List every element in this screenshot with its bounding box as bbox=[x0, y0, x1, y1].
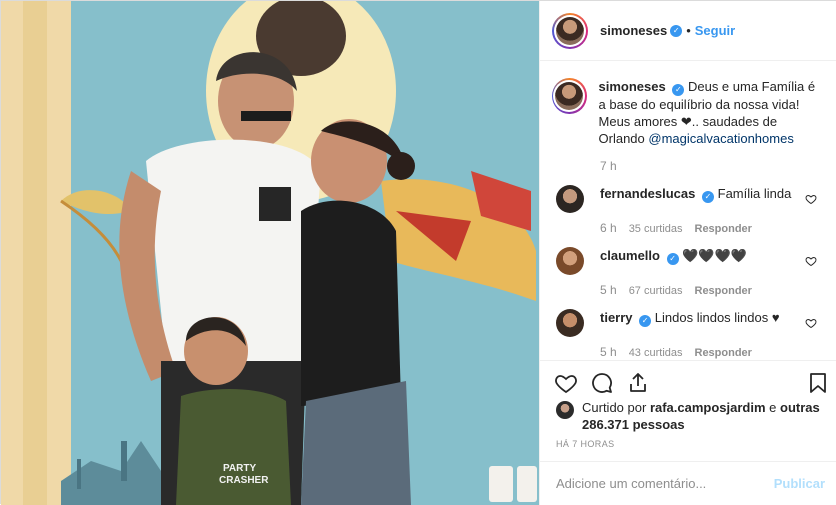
comment-text: Lindos lindos lindos ♥ bbox=[654, 310, 780, 325]
comment-body: tierry ✓ Lindos lindos lindos ♥ 5 h 43 c… bbox=[600, 309, 800, 359]
comment-likes[interactable]: 67 curtidas bbox=[629, 285, 683, 297]
share-icon[interactable] bbox=[626, 371, 650, 395]
comment-username[interactable]: tierry bbox=[600, 310, 633, 325]
commenter-avatar[interactable] bbox=[556, 247, 584, 275]
likes-text: Curtido por rafa.camposjardim e outras 2… bbox=[582, 399, 826, 433]
like-comment-heart-icon[interactable] bbox=[805, 193, 817, 205]
likes-conj: e bbox=[769, 400, 777, 415]
add-comment-bar: Publicar bbox=[540, 461, 836, 505]
post-photo[interactable]: PARTY CRASHER bbox=[1, 1, 539, 505]
instagram-post: PARTY CRASHER simoneses ✓ • Seguir simon… bbox=[0, 0, 836, 505]
comment-line: fernandeslucas ✓ Família linda bbox=[600, 185, 800, 203]
comment-likes[interactable]: 35 curtidas bbox=[629, 223, 683, 235]
comment-item: fernandeslucas ✓ Família linda 6 h 35 cu… bbox=[552, 185, 821, 235]
post-header: simoneses ✓ • Seguir bbox=[540, 1, 836, 61]
posted-time[interactable]: HÁ 7 HORAS bbox=[556, 439, 615, 449]
comment-meta: 5 h 43 curtidas Responder bbox=[600, 345, 800, 359]
reply-button[interactable]: Responder bbox=[695, 347, 752, 359]
like-comment-heart-icon[interactable] bbox=[805, 317, 817, 329]
comment-meta: 5 h 67 curtidas Responder bbox=[600, 283, 800, 297]
verified-badge-icon: ✓ bbox=[702, 191, 714, 203]
like-comment-heart-icon[interactable] bbox=[805, 255, 817, 267]
comment-likes[interactable]: 43 curtidas bbox=[629, 347, 683, 359]
caption: simoneses ✓ Deus e uma Família é a base … bbox=[552, 78, 821, 147]
reply-button[interactable]: Responder bbox=[695, 285, 752, 297]
comment-body: claumello ✓ 🖤🖤🖤🖤 5 h 67 curtidas Respond… bbox=[600, 247, 800, 297]
comment-text: 🖤🖤🖤🖤 bbox=[682, 248, 747, 263]
caption-time[interactable]: 7 h bbox=[600, 159, 821, 173]
comment-item: tierry ✓ Lindos lindos lindos ♥ 5 h 43 c… bbox=[552, 309, 821, 359]
verified-badge-icon: ✓ bbox=[672, 84, 685, 96]
comment-body: fernandeslucas ✓ Família linda 6 h 35 cu… bbox=[600, 185, 800, 235]
separator-dot: • bbox=[686, 23, 691, 38]
comment-time[interactable]: 5 h bbox=[600, 345, 617, 359]
liker-avatar[interactable] bbox=[556, 401, 574, 419]
likes-summary: Curtido por rafa.camposjardim e outras 2… bbox=[556, 399, 826, 433]
comment-username[interactable]: fernandeslucas bbox=[600, 186, 695, 201]
comment-line: claumello ✓ 🖤🖤🖤🖤 bbox=[600, 247, 800, 265]
verified-badge-icon: ✓ bbox=[666, 253, 679, 265]
comments-list[interactable]: simoneses ✓ Deus e uma Família é a base … bbox=[540, 62, 836, 360]
likes-prefix: Curtido por bbox=[582, 400, 647, 415]
caption-username[interactable]: simoneses bbox=[599, 79, 666, 94]
verified-badge-icon: ✓ bbox=[670, 24, 683, 37]
author-username[interactable]: simoneses bbox=[600, 23, 667, 38]
comment-username[interactable]: claumello bbox=[600, 248, 660, 263]
follow-button[interactable]: Seguir bbox=[695, 23, 735, 38]
like-heart-icon[interactable] bbox=[554, 371, 578, 395]
comment-input[interactable] bbox=[556, 476, 774, 491]
comment-bubble-icon[interactable] bbox=[590, 371, 614, 395]
avatar-image bbox=[555, 82, 584, 110]
post-side-panel: simoneses ✓ • Seguir simoneses ✓ Deus e … bbox=[539, 1, 836, 505]
author-avatar[interactable] bbox=[552, 12, 588, 49]
commenter-avatar[interactable] bbox=[556, 185, 584, 213]
caption-mention-link[interactable]: @magicalvacationhomes bbox=[648, 131, 793, 146]
caption-text-block: simoneses ✓ Deus e uma Família é a base … bbox=[599, 78, 821, 147]
verified-badge-icon: ✓ bbox=[639, 315, 652, 327]
commenter-avatar[interactable] bbox=[556, 309, 584, 337]
publish-button[interactable]: Publicar bbox=[774, 476, 825, 491]
comment-time[interactable]: 6 h bbox=[600, 221, 617, 235]
liker-username[interactable]: rafa.camposjardim bbox=[650, 400, 766, 415]
reply-button[interactable]: Responder bbox=[695, 223, 752, 235]
bookmark-icon[interactable] bbox=[806, 371, 830, 395]
comment-time[interactable]: 5 h bbox=[600, 283, 617, 297]
comment-meta: 6 h 35 curtidas Responder bbox=[600, 221, 800, 235]
comment-line: tierry ✓ Lindos lindos lindos ♥ bbox=[600, 309, 800, 327]
svg-text:PARTY: PARTY bbox=[223, 463, 256, 474]
comment-item: claumello ✓ 🖤🖤🖤🖤 5 h 67 curtidas Respond… bbox=[552, 247, 821, 297]
svg-text:CRASHER: CRASHER bbox=[219, 475, 269, 486]
avatar-image bbox=[556, 16, 584, 45]
comment-text: Família linda bbox=[717, 186, 792, 201]
caption-avatar[interactable] bbox=[552, 78, 587, 114]
